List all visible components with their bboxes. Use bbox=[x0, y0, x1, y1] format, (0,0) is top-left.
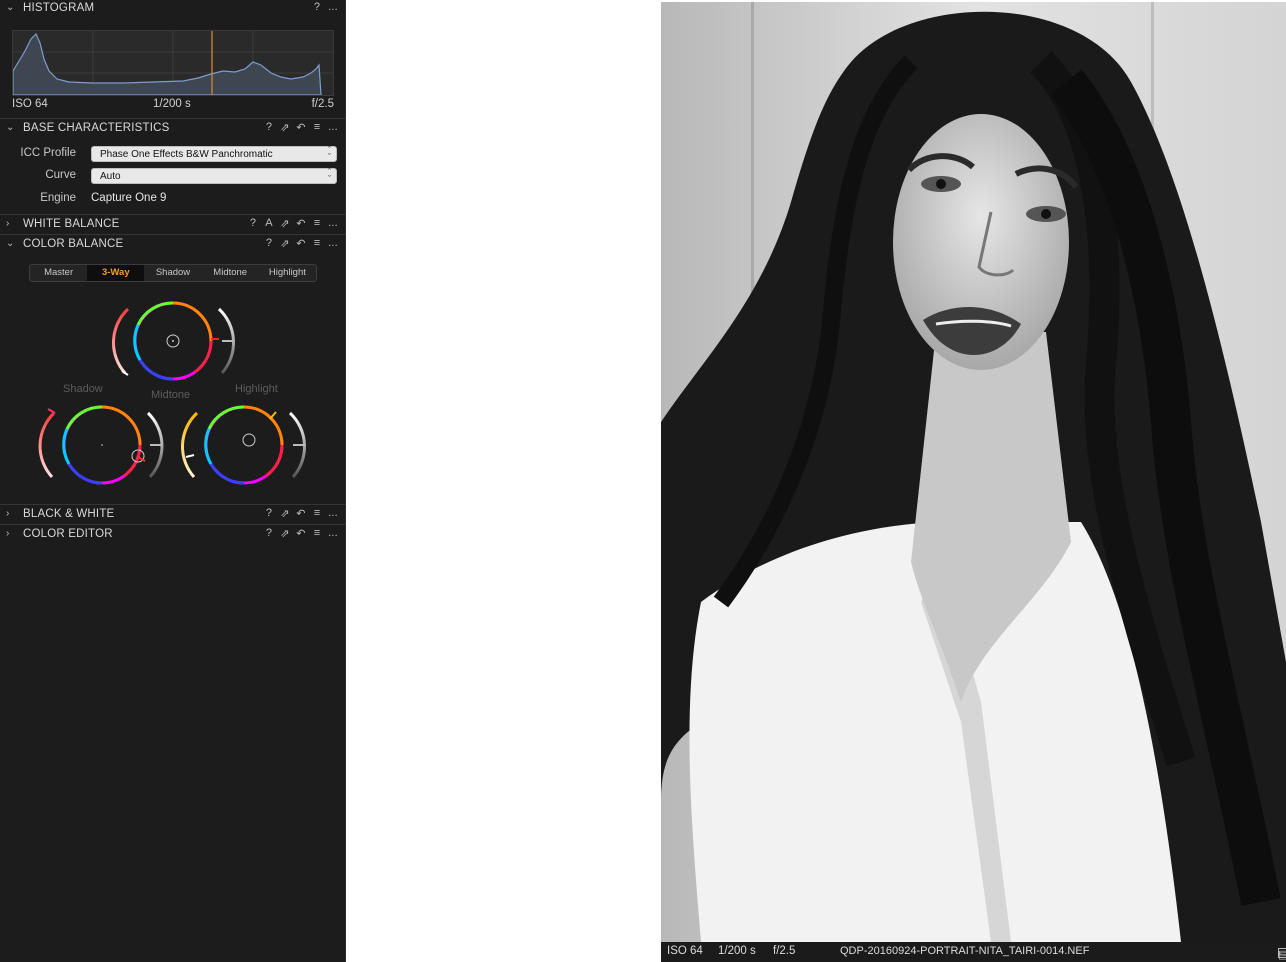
base-characteristics-title: BASE CHARACTERISTICS bbox=[23, 122, 170, 134]
chevron-down-icon[interactable]: ⌄ bbox=[6, 122, 16, 134]
chevron-right-icon[interactable]: › bbox=[6, 528, 16, 540]
tab-master[interactable]: Master bbox=[30, 265, 87, 281]
reset-icon[interactable]: ↶ bbox=[296, 237, 306, 250]
histogram-curve bbox=[12, 31, 333, 96]
color-balance-title: COLOR BALANCE bbox=[23, 238, 124, 250]
curve-label: Curve bbox=[45, 169, 76, 181]
engine-value: Capture One 9 bbox=[91, 192, 167, 204]
copy-apply-icon[interactable]: ⇗ bbox=[280, 527, 290, 540]
help-icon[interactable]: ? bbox=[264, 121, 274, 134]
copy-apply-icon[interactable]: ⇗ bbox=[280, 237, 290, 250]
presets-menu-icon[interactable]: ≡ bbox=[312, 121, 322, 134]
help-icon[interactable]: ? bbox=[264, 527, 274, 540]
histogram-title: HISTOGRAM bbox=[23, 2, 95, 14]
icc-profile-select[interactable]: Phase One Effects B&W Panchromatic ˆˇ bbox=[91, 146, 337, 162]
highlight-wheel[interactable] bbox=[180, 405, 307, 485]
viewer-filename: QDP-20160924-PORTRAIT-NITA_TAIRI-0014.NE… bbox=[840, 945, 1090, 957]
histogram-graph bbox=[12, 30, 334, 96]
presets-menu-icon[interactable]: ≡ bbox=[312, 507, 322, 520]
engine-label: Engine bbox=[40, 192, 76, 204]
base-characteristics-header[interactable]: ⌄ BASE CHARACTERISTICS ? ⇗ ↶ ≡ ... bbox=[0, 120, 346, 138]
midtone-wheel[interactable] bbox=[111, 301, 236, 381]
copy-apply-icon[interactable]: ⇗ bbox=[280, 217, 290, 230]
presets-menu-icon[interactable]: ≡ bbox=[312, 237, 322, 250]
divider bbox=[0, 504, 346, 505]
tab-midtone[interactable]: Midtone bbox=[202, 265, 259, 281]
white-balance-header[interactable]: › WHITE BALANCE ? A ⇗ ↶ ≡ ... bbox=[0, 216, 346, 234]
list-view-icon[interactable]: ▤ bbox=[1278, 948, 1286, 961]
icc-profile-value: Phase One Effects B&W Panchromatic bbox=[100, 149, 273, 160]
divider bbox=[0, 214, 346, 215]
reset-icon[interactable]: ↶ bbox=[296, 121, 306, 134]
image-viewer: ISO 64 1/200 s f/2.5 QDP-20160924-PORTRA… bbox=[346, 0, 1286, 962]
copy-apply-icon[interactable]: ⇗ bbox=[280, 121, 290, 134]
more-icon[interactable]: ... bbox=[328, 527, 338, 540]
histogram-header[interactable]: ⌄ HISTOGRAM ? ... bbox=[0, 0, 346, 18]
viewer-status-bar: ISO 64 1/200 s f/2.5 QDP-20160924-PORTRA… bbox=[661, 942, 1286, 962]
viewer-aperture: f/2.5 bbox=[773, 945, 796, 957]
more-icon[interactable]: ... bbox=[328, 237, 338, 250]
help-icon[interactable]: ? bbox=[264, 507, 274, 520]
more-icon[interactable]: ... bbox=[328, 1, 338, 13]
histogram-iso: ISO 64 bbox=[12, 98, 48, 110]
histogram-aperture: f/2.5 bbox=[311, 98, 334, 110]
viewer-shutter: 1/200 s bbox=[718, 945, 756, 957]
select-arrows-icon: ˆˇ bbox=[328, 145, 331, 162]
divider bbox=[0, 118, 346, 119]
tab-3-way[interactable]: 3-Way bbox=[87, 265, 145, 281]
viewer-iso: ISO 64 bbox=[667, 945, 703, 957]
shadow-label: Shadow bbox=[63, 383, 103, 395]
reset-icon[interactable]: ↶ bbox=[296, 527, 306, 540]
help-icon[interactable]: ? bbox=[312, 1, 322, 13]
more-icon[interactable]: ... bbox=[328, 121, 338, 134]
presets-menu-icon[interactable]: ≡ bbox=[312, 217, 322, 230]
tab-shadow[interactable]: Shadow bbox=[144, 265, 201, 281]
color-editor-title: COLOR EDITOR bbox=[23, 528, 113, 540]
shadow-wheel[interactable] bbox=[38, 405, 164, 485]
chevron-down-icon[interactable]: ⌄ bbox=[6, 2, 16, 14]
more-icon[interactable]: ... bbox=[328, 507, 338, 520]
reset-icon[interactable]: ↶ bbox=[296, 507, 306, 520]
curve-select[interactable]: Auto ˆˇ bbox=[91, 168, 337, 184]
chevron-right-icon[interactable]: › bbox=[6, 218, 16, 230]
select-arrows-icon: ˆˇ bbox=[328, 167, 331, 184]
highlight-label: Highlight bbox=[235, 383, 278, 395]
black-white-header[interactable]: › BLACK & WHITE ? ⇗ ↶ ≡ ... bbox=[0, 506, 346, 524]
chevron-right-icon[interactable]: › bbox=[6, 508, 16, 520]
divider bbox=[0, 524, 346, 525]
color-balance-tabs: Master 3-Way Shadow Midtone Highlight bbox=[29, 264, 317, 282]
portrait-image bbox=[661, 2, 1286, 942]
reset-icon[interactable]: ↶ bbox=[296, 217, 306, 230]
chevron-down-icon[interactable]: ⌄ bbox=[6, 238, 16, 250]
copy-apply-icon[interactable]: ⇗ bbox=[280, 507, 290, 520]
help-icon[interactable]: ? bbox=[264, 237, 274, 250]
black-white-title: BLACK & WHITE bbox=[23, 508, 115, 520]
color-editor-header[interactable]: › COLOR EDITOR ? ⇗ ↶ ≡ ... bbox=[0, 526, 346, 544]
curve-value: Auto bbox=[100, 171, 121, 182]
tool-sidebar: ⌄ HISTOGRAM ? ... ISO 64 1/200 s f/2.5 ⌄… bbox=[0, 0, 346, 962]
auto-icon[interactable]: A bbox=[264, 217, 274, 230]
portrait-photo[interactable] bbox=[661, 2, 1286, 942]
icc-profile-label: ICC Profile bbox=[20, 147, 76, 159]
help-icon[interactable]: ? bbox=[248, 217, 258, 230]
more-icon[interactable]: ... bbox=[328, 217, 338, 230]
white-balance-title: WHITE BALANCE bbox=[23, 218, 120, 230]
presets-menu-icon[interactable]: ≡ bbox=[312, 527, 322, 540]
midtone-label: Midtone bbox=[151, 389, 191, 401]
color-balance-header[interactable]: ⌄ COLOR BALANCE ? ⇗ ↶ ≡ ... bbox=[0, 236, 346, 254]
histogram-shutter: 1/200 s bbox=[153, 98, 191, 110]
tab-highlight[interactable]: Highlight bbox=[259, 265, 316, 281]
divider bbox=[0, 234, 346, 235]
